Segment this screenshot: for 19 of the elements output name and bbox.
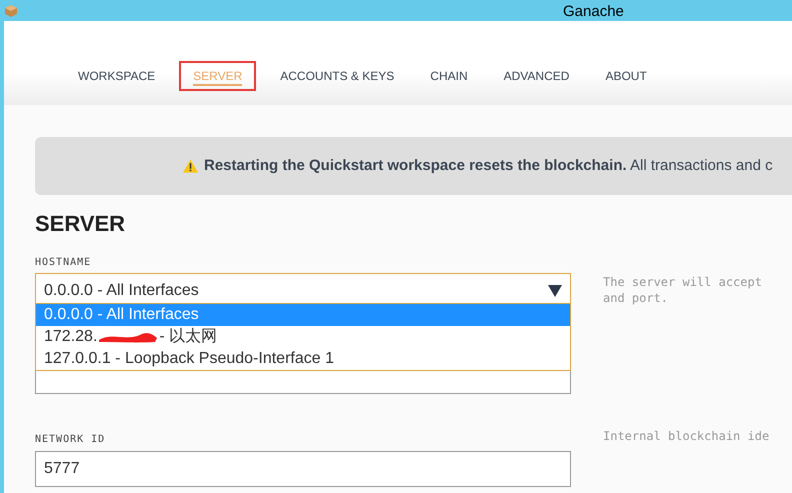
- warning-icon: [183, 159, 198, 173]
- window-title: Ganache: [563, 2, 624, 22]
- help-text: and port.: [603, 290, 670, 306]
- help-text: The server will accept: [603, 274, 763, 290]
- dropdown-option[interactable]: 172.28. - 以太网: [36, 326, 570, 348]
- nav-tab[interactable]: ABOUT: [593, 61, 659, 91]
- help-text: Internal blockchain ide: [603, 428, 770, 444]
- field-label: NETWORK ID: [35, 433, 106, 447]
- dropdown-caret-icon: [548, 285, 562, 297]
- nav-tab[interactable]: ADVANCED: [492, 61, 582, 91]
- app-logo-icon: [4, 4, 18, 18]
- dropdown-option[interactable]: 127.0.0.1 - Loopback Pseudo-Interface 1: [36, 348, 570, 370]
- field-label: HOSTNAME: [35, 256, 92, 270]
- nav-tab[interactable]: CHAIN: [418, 61, 480, 91]
- nav-tab[interactable]: WORKSPACE: [66, 61, 168, 91]
- section-title: SERVER: [35, 213, 126, 235]
- warning-text: Restarting the Quickstart workspace resets the blockchain. All transactions and c: [204, 156, 773, 176]
- network-id-field[interactable]: 5777: [35, 451, 571, 487]
- nav-tab[interactable]: ACCOUNTS & KEYS: [268, 61, 406, 91]
